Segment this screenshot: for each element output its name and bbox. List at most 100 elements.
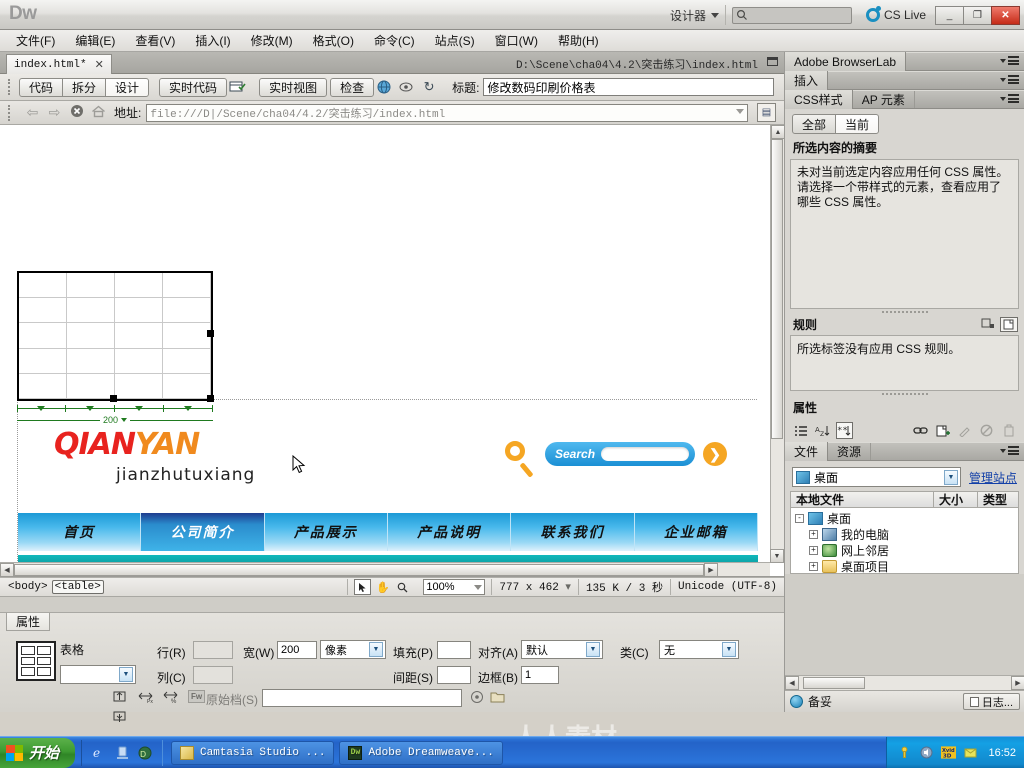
nav-item-home[interactable]: 首页: [18, 513, 142, 551]
site-search-input[interactable]: [601, 447, 689, 461]
dock-horizontal-scrollbar[interactable]: ◀ ▶: [785, 675, 1024, 690]
table-cell[interactable]: [115, 273, 163, 299]
panel-menu-icon[interactable]: [1000, 56, 1019, 65]
chevron-down-icon[interactable]: ▼: [119, 667, 133, 682]
table-cell[interactable]: [19, 323, 67, 349]
dreamweaver-icon[interactable]: D: [137, 745, 153, 761]
table-cell[interactable]: [67, 373, 115, 399]
scroll-right-icon[interactable]: ▶: [1011, 676, 1024, 690]
live-code-button[interactable]: 实时代码: [159, 77, 228, 97]
manage-sites-link[interactable]: 管理站点: [969, 469, 1017, 486]
column-menu-icon[interactable]: [184, 406, 192, 411]
security-icon[interactable]: [897, 745, 912, 760]
category-view-icon[interactable]: [792, 422, 809, 439]
search-input[interactable]: [731, 6, 852, 24]
close-button[interactable]: ✕: [991, 5, 1020, 25]
width-unit-select[interactable]: 像素 ▼: [320, 640, 386, 659]
insert-panel-header[interactable]: 插入: [785, 71, 1024, 90]
col-type[interactable]: 类型: [978, 492, 1018, 507]
panel-menu-icon[interactable]: [1000, 446, 1019, 455]
align-select[interactable]: 默认 ▼: [521, 640, 603, 659]
design-canvas-page[interactable]: 200 QIANYAN jianzhutuxiang Search ❯ 首页 公…: [0, 125, 770, 576]
site-search-go-button[interactable]: ❯: [703, 442, 727, 466]
tab-css-styles[interactable]: CSS样式: [785, 90, 853, 109]
task-camtasia[interactable]: Camtasia Studio ...: [171, 740, 335, 765]
window-size[interactable]: 777 x 462 ▾: [492, 580, 578, 594]
class-select[interactable]: 无 ▼: [659, 640, 739, 659]
volume-icon[interactable]: [919, 745, 934, 760]
col-size[interactable]: 大小: [934, 492, 978, 507]
site-search-box[interactable]: Search: [545, 442, 695, 466]
file-management-icon[interactable]: ▤: [757, 103, 776, 122]
table-cell[interactable]: [163, 298, 211, 324]
nav-item-email[interactable]: 企业邮箱: [635, 513, 758, 551]
document-tab-index-html[interactable]: index.html* ✕: [6, 54, 112, 74]
media-player-icon[interactable]: [114, 745, 130, 761]
canvas-horizontal-scrollbar[interactable]: ◀ ▶: [0, 562, 770, 576]
chevron-down-icon[interactable]: ▼: [722, 642, 736, 657]
rows-input[interactable]: [193, 641, 233, 659]
selected-table[interactable]: [17, 271, 213, 401]
menu-commands[interactable]: 命令(C): [364, 30, 425, 51]
refresh-icon[interactable]: ↻: [418, 78, 440, 97]
table-cell[interactable]: [19, 348, 67, 374]
chevron-down-icon[interactable]: [736, 108, 744, 114]
table-cell[interactable]: [163, 373, 211, 399]
restore-button[interactable]: ❐: [963, 5, 992, 25]
table-cell[interactable]: [163, 273, 211, 299]
disable-css-icon[interactable]: [978, 422, 995, 439]
minimize-button[interactable]: _: [935, 5, 964, 25]
css-all-button[interactable]: 全部: [792, 114, 837, 134]
property-inspector-tab[interactable]: 属性: [6, 613, 51, 631]
table-handle-right[interactable]: [207, 330, 214, 337]
insert-title[interactable]: 插入: [785, 71, 829, 90]
internet-explorer-icon[interactable]: e: [91, 745, 107, 761]
scroll-up-icon[interactable]: ▲: [771, 125, 784, 139]
menu-insert[interactable]: 插入(I): [185, 30, 240, 51]
site-select[interactable]: 桌面 ▼: [792, 467, 961, 487]
preview-in-browser-icon[interactable]: [374, 78, 396, 97]
table-cell[interactable]: [67, 348, 115, 374]
table-cell[interactable]: [67, 323, 115, 349]
close-icon[interactable]: ✕: [95, 58, 104, 71]
browserlab-title[interactable]: Adobe BrowserLab: [785, 52, 907, 71]
table-cell[interactable]: [115, 298, 163, 324]
new-css-rule-icon[interactable]: [934, 422, 951, 439]
browserlab-panel-header[interactable]: Adobe BrowserLab: [785, 52, 1024, 71]
tree-item-network[interactable]: + 网上邻居: [791, 542, 1018, 558]
column-menu-icon[interactable]: [86, 406, 94, 411]
point-to-file-icon[interactable]: [470, 690, 484, 707]
tag-body[interactable]: <body>: [6, 581, 50, 593]
width-input[interactable]: 200: [277, 641, 317, 659]
code-view-button[interactable]: 代码: [19, 77, 64, 97]
alphabetical-view-icon[interactable]: AZ: [814, 422, 831, 439]
table-id-select[interactable]: ▼: [60, 665, 136, 684]
table-cell[interactable]: [163, 323, 211, 349]
menu-site[interactable]: 站点(S): [425, 30, 485, 51]
split-view-button[interactable]: 拆分: [62, 77, 107, 97]
attach-stylesheet-icon[interactable]: [912, 422, 929, 439]
expand-icon[interactable]: +: [809, 545, 818, 555]
table-cell[interactable]: [115, 323, 163, 349]
browse-folder-icon[interactable]: [490, 690, 505, 706]
table-cell[interactable]: [115, 348, 163, 374]
edit-rule-icon[interactable]: [981, 317, 995, 333]
design-view-button[interactable]: 设计: [105, 77, 150, 97]
clock[interactable]: 16:52: [988, 747, 1016, 759]
scroll-down-icon[interactable]: ▼: [770, 549, 784, 563]
canvas-vertical-scrollbar[interactable]: ▲: [770, 125, 784, 563]
scroll-thumb[interactable]: [803, 677, 865, 689]
scroll-left-icon[interactable]: ◀: [785, 676, 799, 690]
cs-live-button[interactable]: CS Live: [865, 6, 926, 22]
inspect-button[interactable]: 检查: [330, 77, 375, 97]
address-gripper[interactable]: [8, 104, 12, 121]
chevron-down-icon[interactable]: ▼: [943, 469, 958, 485]
scroll-thumb[interactable]: [771, 139, 783, 439]
delete-css-rule-icon[interactable]: [1000, 422, 1017, 439]
table-cell[interactable]: [67, 273, 115, 299]
set-properties-view-icon[interactable]: **: [836, 422, 853, 439]
table-menu-icon[interactable]: [121, 418, 128, 422]
border-input[interactable]: 1: [521, 666, 559, 684]
menu-view[interactable]: 查看(V): [125, 30, 185, 51]
tab-assets[interactable]: 资源: [828, 443, 872, 460]
